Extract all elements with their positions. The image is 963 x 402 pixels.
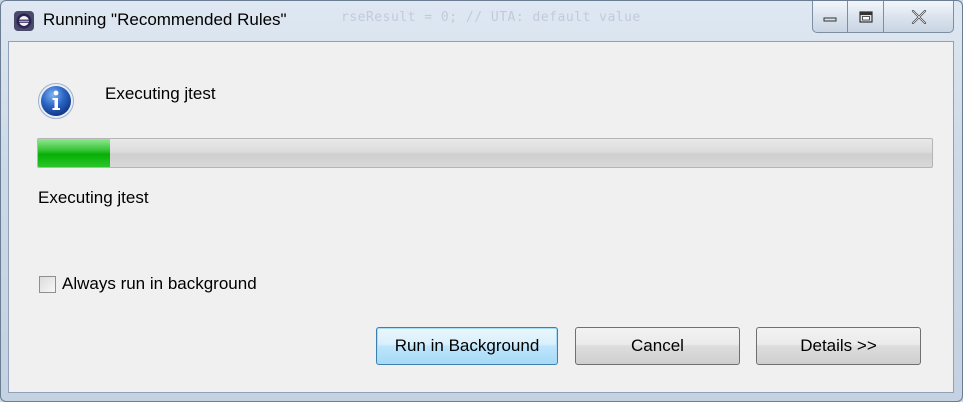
window-title: Running "Recommended Rules" [43,10,287,29]
dialog-content: Executing jtest Executing jtest Always r… [8,41,954,393]
subtask-label: Executing jtest [38,188,149,207]
window-controls [812,1,954,33]
eclipse-app-icon [14,11,34,31]
minimize-icon [823,17,837,21]
title-bar[interactable]: Running "Recommended Rules" [1,1,962,41]
task-name-label: Executing jtest [105,84,216,103]
info-icon [38,83,74,119]
maximize-button[interactable] [848,1,884,33]
cancel-button[interactable]: Cancel [575,327,740,365]
progress-bar-fill [38,139,110,167]
always-background-option[interactable]: Always run in background [39,274,257,294]
always-background-label: Always run in background [62,274,257,293]
progress-bar [37,138,933,168]
run-in-background-button[interactable]: Run in Background [376,327,558,365]
close-icon [911,9,926,24]
minimize-button[interactable] [812,1,848,33]
progress-dialog-window: rseResult = 0; // UTA: default value Run… [0,0,963,402]
always-background-checkbox[interactable] [39,275,56,293]
details-button[interactable]: Details >> [756,327,921,365]
maximize-icon [858,10,873,23]
close-button[interactable] [884,1,954,33]
